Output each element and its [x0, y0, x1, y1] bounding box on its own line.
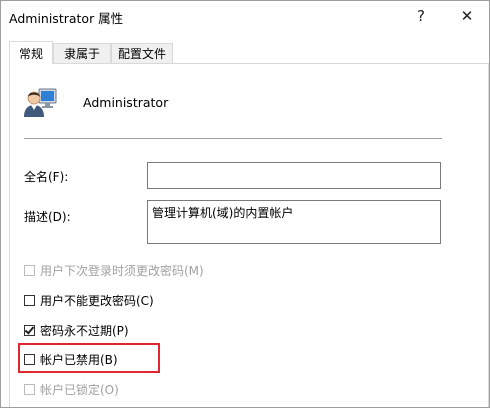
user-account-icon [22, 83, 58, 119]
help-button[interactable]: ? [399, 1, 443, 31]
fullname-label: 全名(F): [24, 170, 69, 184]
account-locked-label: 帐户已锁定(O) [40, 382, 119, 397]
cannot-change-password-option[interactable]: 用户不能更改密码(C) [24, 292, 154, 308]
must-change-password-checkbox [24, 264, 35, 276]
window-title: Administrator 属性 [9, 11, 124, 26]
title-bar[interactable]: Administrator 属性 ? ✕ [1, 1, 489, 31]
close-icon: ✕ [460, 7, 474, 25]
description-label: 描述(D): [24, 210, 71, 224]
description-input[interactable]: 管理计算机(域)的内置帐户 [147, 200, 441, 244]
tab-member-of[interactable]: 隶属于 [53, 43, 111, 63]
account-disabled-checkbox[interactable] [24, 353, 35, 365]
cannot-change-password-label[interactable]: 用户不能更改密码(C) [40, 292, 154, 309]
fullname-input[interactable] [147, 162, 441, 189]
properties-dialog: Administrator 属性 ? ✕ 隶属于 配置文件 常规 Adminis… [0, 0, 490, 408]
tab-profile[interactable]: 配置文件 [111, 43, 173, 63]
password-never-expires-label[interactable]: 密码永不过期(P) [40, 322, 129, 339]
tab-general[interactable]: 常规 [9, 41, 53, 64]
account-locked-option: 帐户已锁定(O) [24, 381, 119, 397]
must-change-password-label: 用户下次登录时须更改密码(M) [40, 263, 204, 278]
help-icon: ? [417, 7, 425, 25]
separator [24, 138, 442, 139]
password-never-expires-checkbox[interactable] [24, 324, 35, 336]
cannot-change-password-checkbox[interactable] [24, 294, 35, 306]
must-change-password-option: 用户下次登录时须更改密码(M) [24, 262, 204, 278]
account-disabled-option[interactable]: 帐户已禁用(B) [24, 351, 118, 367]
password-never-expires-option[interactable]: 密码永不过期(P) [24, 322, 129, 338]
username-text: Administrator [83, 95, 169, 110]
account-disabled-label[interactable]: 帐户已禁用(B) [40, 351, 118, 368]
close-button[interactable]: ✕ [445, 1, 489, 31]
general-tab-panel: Administrator 全名(F): 描述(D): 管理计算机(域)的内置帐… [9, 63, 489, 407]
account-locked-checkbox [24, 383, 35, 395]
